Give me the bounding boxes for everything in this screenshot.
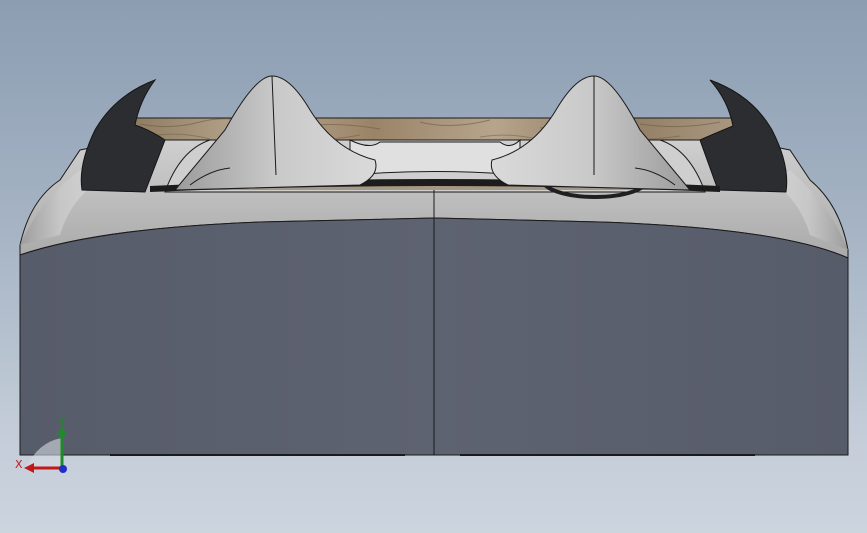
- car-model-rear-view[interactable]: [0, 0, 867, 533]
- graphics-viewport[interactable]: Y X: [0, 0, 867, 533]
- z-axis-dot: [59, 465, 67, 473]
- right-rear-fin: [699, 79, 788, 193]
- x-axis-label: X: [15, 458, 23, 471]
- axis-triad: Y X: [15, 415, 67, 473]
- y-axis-label: Y: [58, 415, 66, 428]
